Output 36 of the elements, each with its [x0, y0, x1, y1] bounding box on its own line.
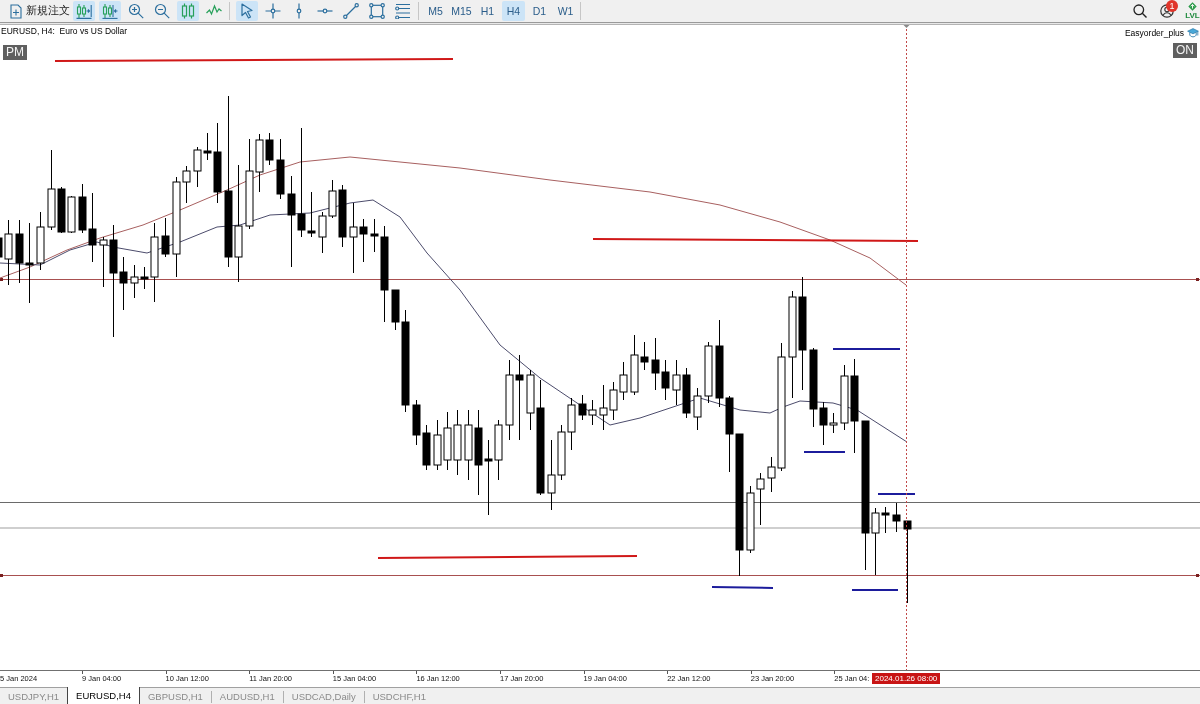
chart-tab[interactable]: GBPUSD,H1	[139, 688, 211, 704]
chart-tab[interactable]: USDJPY,H1	[0, 688, 68, 704]
level-label[interactable]: LVL	[1185, 11, 1200, 20]
cursor-icon	[239, 3, 255, 19]
cursor-time-label: 2024.01.26 08:00	[872, 673, 941, 684]
new-order-button[interactable]: 新規注文	[4, 1, 70, 21]
crosshair-icon	[265, 3, 281, 19]
chart-tab[interactable]: EURUSD,H4	[67, 687, 140, 704]
timeframe-button[interactable]: H1	[476, 1, 499, 21]
rectangle-button[interactable]	[366, 1, 388, 21]
timeframe-button[interactable]: H4	[502, 1, 525, 21]
candlesticks-icon	[180, 3, 196, 19]
cursor-button[interactable]	[236, 1, 258, 21]
chart-tab[interactable]: AUDUSD,H1	[211, 688, 283, 704]
timeframe-button[interactable]: M5	[424, 1, 447, 21]
candles-arrow-right-icon	[76, 3, 92, 19]
timeframe-button[interactable]: W1	[554, 1, 577, 21]
zoom-out-icon	[154, 3, 170, 19]
diamond-icon	[1188, 2, 1197, 11]
trendline-button[interactable]	[340, 1, 362, 21]
user-icon[interactable]	[1160, 4, 1174, 18]
zoom-in-icon	[128, 3, 144, 19]
candlesticks-button[interactable]	[177, 1, 199, 21]
timeframe-button[interactable]: D1	[528, 1, 551, 21]
chart-shift-button[interactable]	[73, 1, 95, 21]
auto-scroll-button[interactable]	[99, 1, 121, 21]
rectangle-icon	[369, 3, 385, 19]
timeframe-button[interactable]: M15	[450, 1, 473, 21]
document-plus-icon	[10, 3, 22, 19]
horizontal-lines-icon	[395, 3, 411, 19]
chart-tab[interactable]: USDCAD,Daily	[283, 688, 364, 704]
candles-arrow-left-icon	[102, 3, 118, 19]
search-icon[interactable]	[1133, 4, 1147, 18]
trendline-icon	[343, 3, 359, 19]
chart-tab[interactable]: USDCHF,H1	[364, 688, 434, 704]
notification-badge: 1	[1166, 0, 1178, 12]
